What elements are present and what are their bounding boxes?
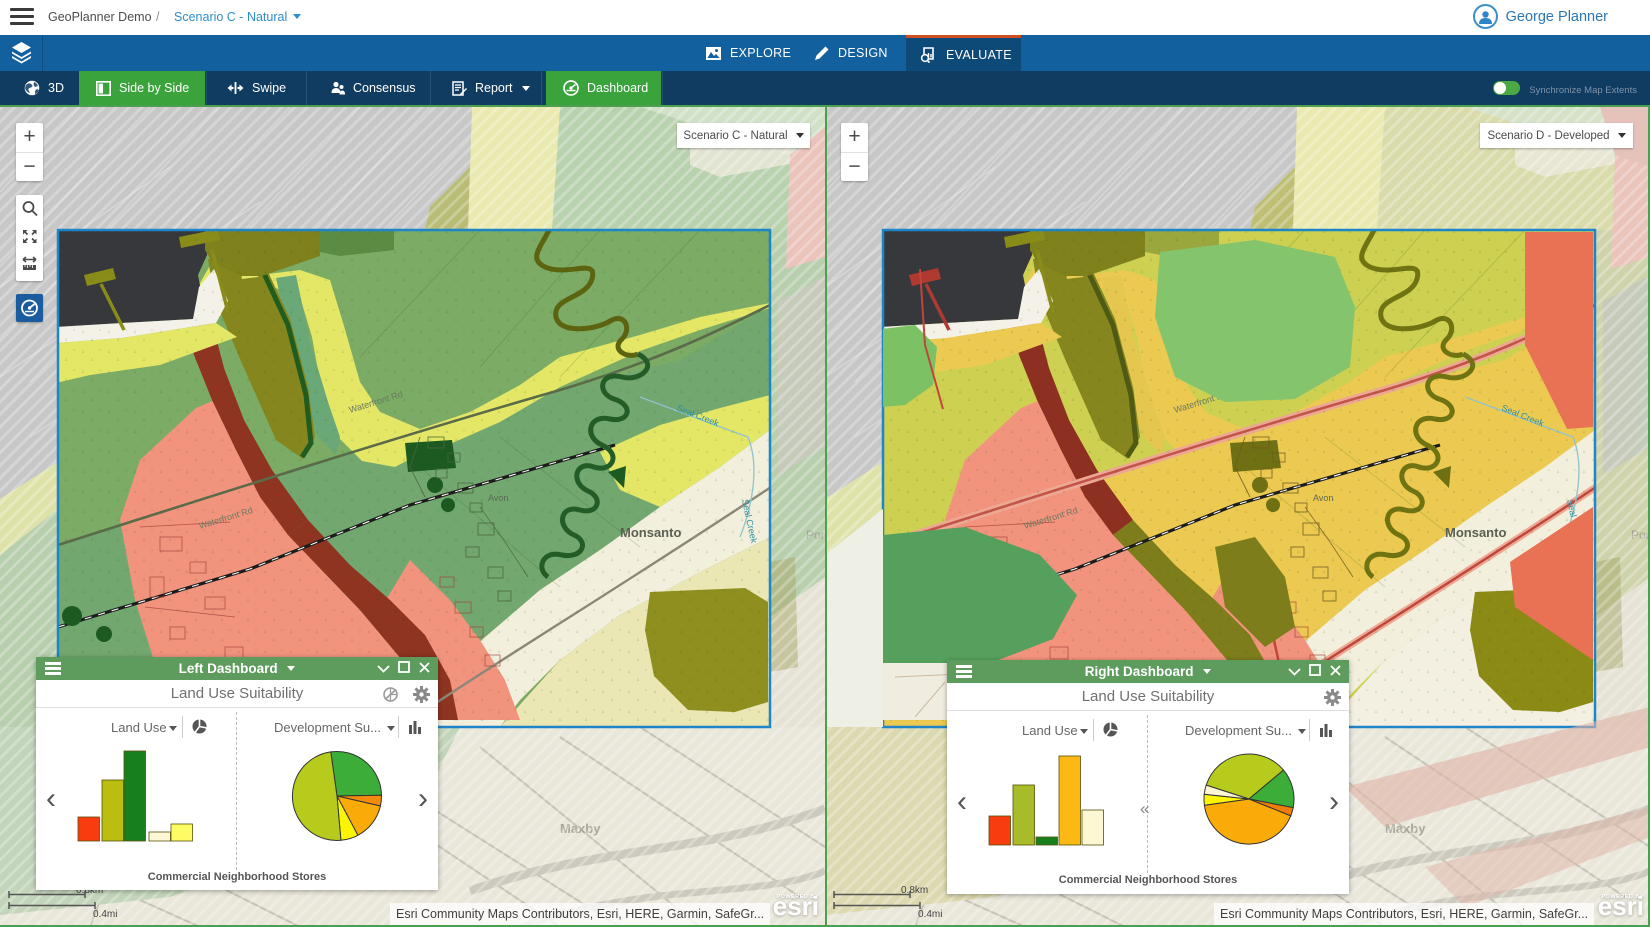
svg-text:0.4mi: 0.4mi [93, 909, 117, 919]
svg-text:0.4mi: 0.4mi [918, 909, 942, 919]
